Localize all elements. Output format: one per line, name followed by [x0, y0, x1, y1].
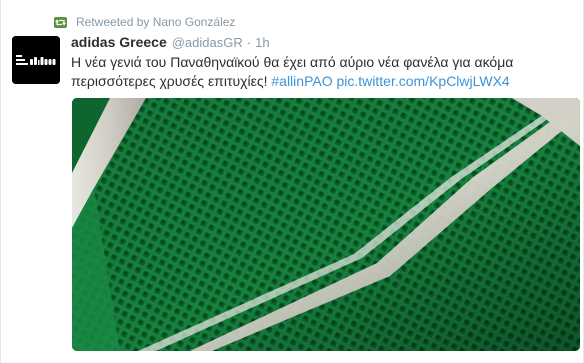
tweet-card[interactable]: Retweeted by Nano González adidas Greece…: [0, 0, 584, 363]
avatar[interactable]: [12, 36, 60, 84]
media-image[interactable]: [72, 98, 580, 351]
tweet-header: adidas Greece @adidasGR · 1h: [71, 34, 270, 52]
author-fullname[interactable]: adidas Greece: [71, 34, 167, 50]
adidas-logo-icon: [12, 36, 60, 84]
hashtag-link[interactable]: #allinPAO: [271, 73, 332, 89]
separator: ·: [246, 35, 252, 50]
timestamp-link[interactable]: 1h: [255, 35, 269, 50]
tweet-text: Η νέα γενιά του Παναθηναϊκού θα έχει από…: [71, 53, 571, 91]
retweeted-by-link[interactable]: Retweeted by Nano González: [76, 15, 235, 29]
retweet-context: Retweeted by Nano González: [54, 14, 235, 30]
green-jersey-fabric-photo: [72, 98, 580, 351]
retweet-icon: [54, 16, 67, 28]
media-link[interactable]: pic.twitter.com/KpClwjLWX4: [336, 73, 509, 89]
author-username[interactable]: @adidasGR: [172, 35, 243, 50]
